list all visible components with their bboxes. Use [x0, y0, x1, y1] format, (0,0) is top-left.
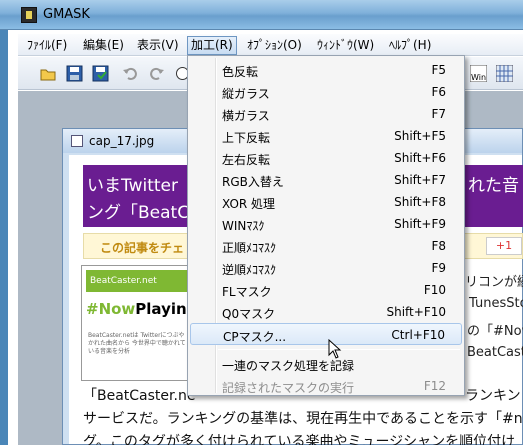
menu-item-shortcut: Shift+F10	[386, 305, 446, 319]
open-button[interactable]	[36, 61, 60, 85]
right-text-3: の「#Now	[467, 324, 523, 339]
save-as-button[interactable]	[88, 61, 112, 85]
menu-item-rgb-swap[interactable]: RGB入替え Shift+F7	[190, 169, 462, 191]
grid-button[interactable]	[492, 61, 516, 85]
menu-item-run-recorded-mask[interactable]: 記録されたマスクの実行 F12	[190, 375, 462, 397]
document-icon	[71, 135, 83, 147]
body-line-2: サービスだ。ランキングの基準は、現在再生中であることを示す「#n	[83, 411, 523, 427]
menu-item-shortcut: F7	[431, 107, 446, 121]
menu-options[interactable]: ｵﾌﾟｼｮﾝ(O)	[244, 37, 305, 54]
menu-item-label: 縦ガラス	[222, 87, 270, 101]
redo-button[interactable]	[144, 61, 168, 85]
menu-item-meko-reverse[interactable]: 逆順ﾒｺﾏｽｸ F9	[190, 257, 462, 279]
menu-item-vertical-glass[interactable]: 縦ガラス F6	[190, 81, 462, 103]
thumbnail-site: BeatCaster.net	[86, 270, 190, 292]
save-icon	[66, 65, 83, 82]
body-line-1-right: ランキン	[465, 388, 521, 404]
win-mask-button[interactable]: Win	[466, 61, 490, 85]
app-icon[interactable]	[21, 7, 37, 23]
menu-process[interactable]: 加工(R)	[187, 36, 237, 55]
menu-item-win-mask[interactable]: WINﾏｽｸ Shift+F9	[190, 213, 462, 235]
menu-item-label: 一連のマスク処理を記録	[222, 359, 355, 373]
menu-item-label: 左右反転	[222, 153, 271, 167]
process-menu-dropdown: 色反転 F5 縦ガラス F6 横ガラス F7 上下反転 Shift+F5 左右反…	[187, 55, 465, 396]
thumbnail-caption: BeatCaster.netは Twitterにつぶやかれた曲名から 今世界中で…	[88, 332, 186, 355]
menu-item-xor[interactable]: XOR 処理 Shift+F8	[190, 191, 462, 213]
open-icon	[40, 69, 56, 81]
redo-icon	[150, 67, 164, 80]
menu-item-label: 逆順ﾒｺﾏｽｸ	[222, 263, 277, 277]
menu-item-shortcut: F5	[431, 63, 446, 77]
menu-file[interactable]: ﾌｧｲﾙ(F)	[24, 37, 70, 54]
menu-item-label: RGB入替え	[222, 175, 284, 189]
win-label: Win	[471, 73, 486, 82]
menu-item-shortcut: F6	[431, 85, 446, 99]
menu-item-flip-horizontal[interactable]: 左右反転 Shift+F6	[190, 147, 462, 169]
menu-item-shortcut: F10	[423, 283, 446, 297]
menu-item-label: CPマスク...	[223, 330, 287, 344]
menu-item-shortcut: Shift+F9	[394, 217, 446, 231]
save-button[interactable]	[62, 61, 86, 85]
menu-edit[interactable]: 編集(E)	[80, 37, 127, 54]
headline-line-1: いまTwitter	[87, 176, 178, 196]
app-title: GMASK	[43, 7, 90, 22]
menu-item-record-mask[interactable]: 一連のマスク処理を記録	[190, 353, 462, 375]
menu-item-shortcut: F12	[423, 379, 446, 393]
save-as-icon	[92, 65, 109, 82]
menu-bar: ﾌｧｲﾙ(F) 編集(E) 表示(V) 加工(R) ｵﾌﾟｼｮﾝ(O) ｳｨﾝﾄ…	[18, 34, 523, 56]
menu-view[interactable]: 表示(V)	[134, 37, 182, 54]
menu-item-cp-mask[interactable]: CPマスク... Ctrl+F10	[190, 323, 462, 345]
grid-icon	[496, 65, 513, 82]
headline-line-2: ング「BeatCa	[87, 203, 200, 223]
menu-item-label: FLマスク	[222, 285, 272, 299]
menu-item-shortcut: Shift+F5	[394, 129, 446, 143]
menu-item-shortcut: Shift+F6	[394, 151, 446, 165]
title-bar: GMASK	[0, 0, 523, 30]
headline-line-1-tail: れた音	[468, 176, 519, 196]
menu-help[interactable]: ﾍﾙﾌﾟ(H)	[386, 37, 434, 54]
gplus-button: +1	[486, 237, 522, 255]
menu-item-label: Q0マスク	[222, 307, 276, 321]
menu-item-label: 正順ﾒｺﾏｽｸ	[222, 241, 277, 255]
menu-item-q0-mask[interactable]: Q0マスク Shift+F10	[190, 301, 462, 323]
menu-item-label: 記録されたマスクの実行	[222, 381, 355, 395]
right-text-1: リコンが綴	[465, 275, 523, 290]
win-icon: Win	[470, 65, 487, 82]
menu-item-shortcut: Shift+F7	[394, 173, 446, 187]
menu-item-label: 色反転	[222, 65, 259, 79]
menu-item-label: 上下反転	[222, 131, 271, 145]
menu-item-shortcut: F8	[431, 239, 446, 253]
menu-item-invert-color[interactable]: 色反転 F5	[190, 59, 462, 81]
menu-item-label: XOR 処理	[222, 197, 276, 211]
thumbnail-hash: #Now	[86, 300, 136, 318]
image-window-title: cap_17.jpg	[89, 134, 155, 148]
article-thumbnail: BeatCaster.net #NowPlaying! BeatCaster.n…	[81, 265, 204, 381]
menu-item-fl-mask[interactable]: FLマスク F10	[190, 279, 462, 301]
right-text-4: BeatCaste	[467, 345, 523, 360]
menu-item-label: 横ガラス	[222, 109, 270, 123]
body-line-3: グ。このタグが多く付けられている楽曲やミュージシャンを順位付け	[83, 434, 516, 445]
undo-button[interactable]	[118, 61, 142, 85]
menu-item-horizontal-glass[interactable]: 横ガラス F7	[190, 103, 462, 125]
mouse-cursor-icon	[328, 339, 342, 359]
menu-item-meko-forward[interactable]: 正順ﾒｺﾏｽｸ F8	[190, 235, 462, 257]
menu-window[interactable]: ｳｨﾝﾄﾞｳ(W)	[314, 37, 377, 54]
menu-item-shortcut: Ctrl+F10	[391, 328, 445, 342]
menu-item-shortcut: Shift+F8	[394, 195, 446, 209]
menu-item-flip-vertical[interactable]: 上下反転 Shift+F5	[190, 125, 462, 147]
menu-item-shortcut: F9	[431, 261, 446, 275]
right-text-2: TunesSto	[469, 296, 523, 311]
body-line-1: 「BeatCaster.ne	[83, 388, 196, 404]
menu-item-label: WINﾏｽｸ	[222, 219, 265, 233]
undo-icon	[123, 67, 137, 80]
notice-text: この記事をチェ	[100, 241, 185, 255]
